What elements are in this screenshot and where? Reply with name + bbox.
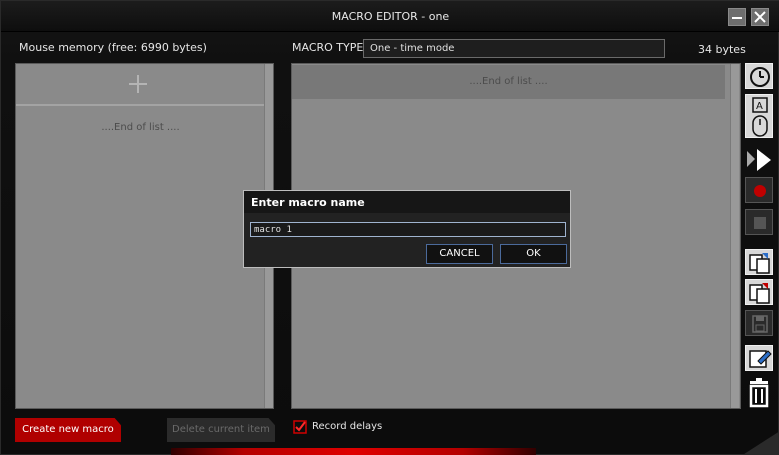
macro-name-dialog: Enter macro name CANCEL OK — [243, 190, 571, 268]
title-bar: MACRO EDITOR - one — [1, 1, 779, 32]
edit-button[interactable] — [745, 345, 773, 371]
cancel-button[interactable]: CANCEL — [426, 244, 493, 264]
delete-item-text-button[interactable]: Delete current item — [167, 418, 275, 442]
clock-icon — [750, 67, 770, 87]
actions-list-scrollbar[interactable] — [730, 64, 739, 408]
macro-type-label: MACRO TYPE — [292, 41, 364, 54]
keyboard-mouse-icon: A — [752, 97, 768, 137]
record-delays-checkbox[interactable] — [293, 420, 307, 434]
add-macro-row[interactable] — [16, 64, 265, 106]
ok-button[interactable]: OK — [500, 244, 567, 264]
stop-icon — [754, 217, 766, 229]
record-icon — [754, 185, 766, 197]
stop-button[interactable] — [745, 209, 773, 235]
macro-editor-window: MACRO EDITOR - one Mouse memory (free: 6… — [0, 0, 779, 455]
minimize-button[interactable] — [728, 8, 746, 26]
macro-list-end-text: ....End of list .... — [101, 122, 180, 133]
close-button[interactable] — [751, 8, 769, 26]
close-icon — [754, 11, 766, 23]
plus-icon — [128, 74, 148, 94]
dialog-header: Enter macro name — [244, 191, 570, 213]
cursor-arrow-icon — [747, 149, 771, 171]
edit-icon — [749, 350, 772, 368]
resize-grip[interactable] — [741, 431, 779, 455]
macro-size-label: 34 bytes — [698, 43, 746, 56]
insert-key-mouse-button[interactable]: A — [745, 94, 773, 138]
actions-list-row[interactable]: ....End of list .... — [292, 65, 725, 99]
create-macro-button[interactable]: Create new macro — [15, 418, 121, 442]
macro-type-select[interactable]: One - time mode — [363, 39, 665, 58]
svg-text:A: A — [756, 101, 763, 112]
mouse-memory-label: Mouse memory (free: 6990 bytes) — [19, 41, 207, 54]
record-button[interactable] — [745, 177, 773, 203]
copy-icon — [749, 253, 770, 274]
window-title: MACRO EDITOR - one — [331, 10, 450, 23]
paste-button[interactable] — [745, 279, 773, 305]
dialog-title: Enter macro name — [251, 196, 365, 209]
save-button[interactable] — [745, 310, 773, 336]
delete-item-button[interactable] — [745, 378, 773, 408]
trash-icon — [749, 378, 769, 408]
bottom-accent-bar — [171, 448, 536, 455]
save-icon — [752, 315, 768, 333]
side-toolbar: A — [745, 61, 775, 411]
paste-icon — [749, 283, 770, 304]
insert-cursor-button[interactable] — [745, 147, 773, 173]
record-delays-label: Record delays — [312, 421, 383, 432]
macro-name-input[interactable] — [250, 222, 566, 237]
insert-delay-button[interactable] — [745, 63, 773, 89]
macro-list-panel: ....End of list .... — [15, 63, 274, 409]
actions-list-end-text: ....End of list .... — [469, 76, 548, 87]
copy-button[interactable] — [745, 249, 773, 275]
